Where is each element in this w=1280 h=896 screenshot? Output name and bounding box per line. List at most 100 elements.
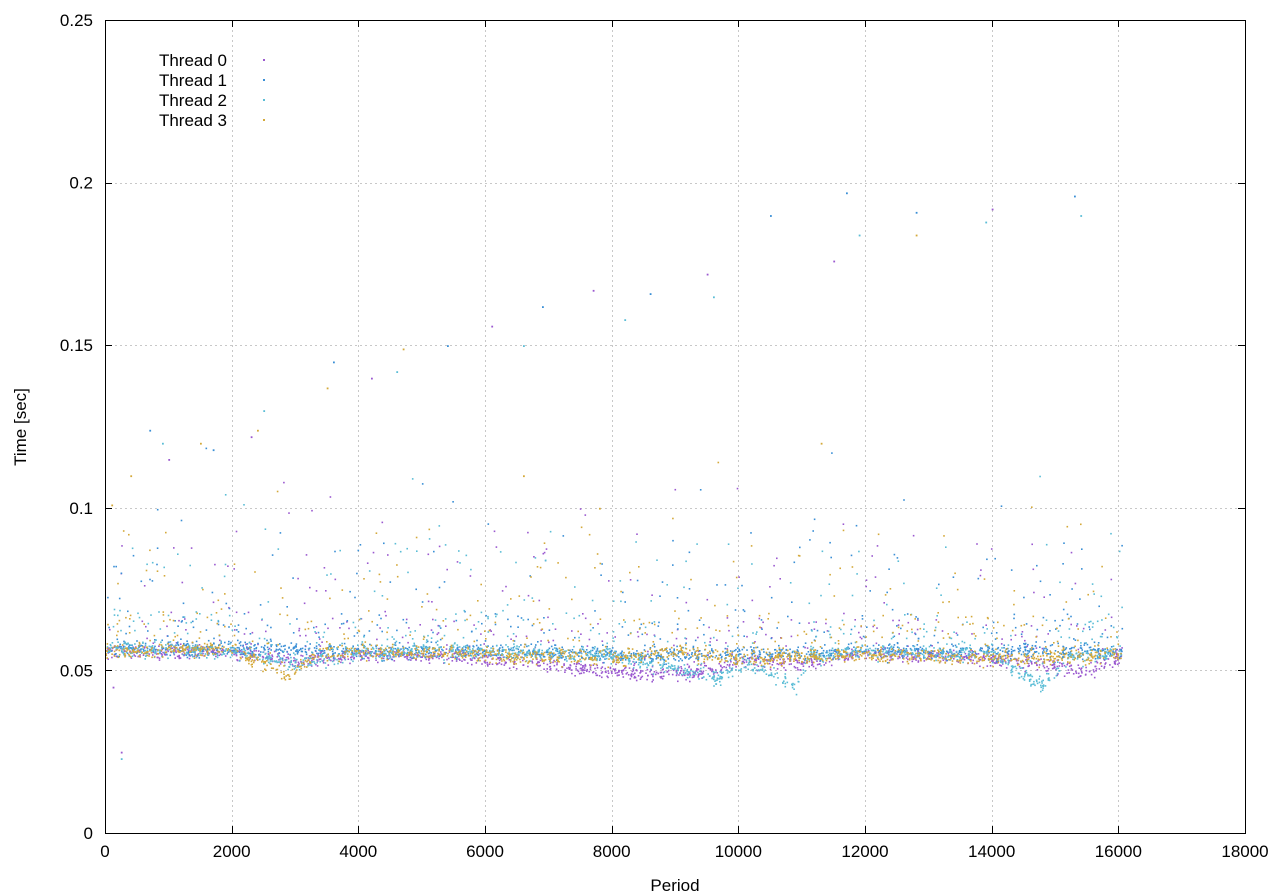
data-point: [1083, 642, 1086, 645]
data-point: [533, 648, 535, 650]
data-point: [910, 648, 912, 651]
data-point: [578, 636, 580, 639]
data-point: [484, 640, 487, 642]
data-point: [350, 647, 353, 650]
data-point: [573, 617, 575, 620]
data-point: [942, 637, 945, 639]
data-point: [187, 651, 190, 653]
data-point: [952, 576, 955, 578]
data-point: [448, 651, 451, 653]
data-point: [199, 613, 201, 615]
data-point: [794, 666, 797, 669]
data-point: [159, 652, 161, 654]
outlier-point: [371, 377, 373, 380]
data-point: [684, 667, 686, 670]
data-point: [427, 634, 429, 637]
data-point: [697, 674, 700, 677]
data-point: [796, 667, 799, 669]
data-point: [957, 655, 959, 658]
data-point: [951, 643, 953, 646]
data-point: [952, 649, 955, 652]
data-point: [859, 636, 862, 639]
data-point: [751, 563, 753, 565]
data-point: [569, 664, 571, 666]
data-point: [799, 669, 801, 671]
data-point: [290, 659, 292, 662]
data-point: [294, 661, 297, 664]
data-point: [940, 649, 942, 652]
data-point: [243, 504, 245, 506]
data-point: [671, 665, 673, 667]
data-point: [720, 670, 722, 673]
data-point: [711, 649, 713, 652]
data-point: [375, 650, 378, 652]
data-point: [410, 648, 413, 650]
data-point: [719, 680, 721, 683]
data-point: [167, 650, 169, 653]
data-point: [601, 563, 603, 565]
data-point: [886, 603, 888, 606]
data-point: [190, 547, 193, 549]
data-point: [768, 662, 771, 665]
data-point: [229, 643, 231, 645]
data-point: [261, 618, 263, 620]
data-point: [825, 662, 827, 664]
data-point: [188, 647, 191, 649]
data-point: [1041, 689, 1044, 691]
data-point: [708, 675, 711, 677]
data-point: [682, 646, 684, 649]
data-point: [281, 650, 284, 652]
data-point: [964, 649, 967, 651]
data-point: [1079, 647, 1082, 649]
outlier-point: [168, 459, 171, 461]
data-point: [700, 653, 703, 655]
data-point: [432, 618, 434, 621]
data-point: [500, 644, 502, 647]
data-point: [655, 671, 658, 674]
data-point: [728, 629, 730, 632]
data-point: [419, 652, 421, 655]
data-point: [561, 646, 563, 649]
data-point: [180, 621, 183, 623]
data-point: [1104, 655, 1107, 657]
data-point: [188, 657, 191, 660]
data-point: [438, 655, 441, 657]
data-point: [934, 626, 937, 629]
data-point: [307, 664, 309, 667]
data-point: [331, 660, 334, 663]
data-point: [1062, 645, 1064, 648]
data-point: [700, 662, 703, 665]
data-point: [183, 616, 186, 618]
data-point: [313, 661, 315, 663]
data-point: [914, 633, 917, 636]
data-point: [187, 644, 190, 646]
data-point: [685, 601, 688, 604]
data-point: [784, 673, 787, 675]
data-point: [601, 640, 604, 642]
data-point: [237, 639, 239, 642]
data-point: [366, 562, 369, 564]
data-point: [757, 658, 760, 660]
outlier-point: [1080, 215, 1083, 217]
data-point: [941, 655, 943, 657]
data-point: [430, 629, 433, 631]
data-point: [315, 642, 318, 644]
data-point: [392, 647, 395, 650]
data-point: [283, 661, 286, 664]
data-point: [257, 642, 259, 645]
data-point: [1112, 626, 1115, 629]
data-point: [368, 630, 371, 632]
data-point: [721, 666, 724, 669]
data-point: [186, 632, 189, 635]
data-point: [282, 645, 285, 647]
data-point: [201, 587, 203, 589]
data-point: [494, 613, 497, 615]
data-point: [673, 649, 675, 652]
data-point: [393, 638, 395, 640]
data-point: [213, 643, 215, 645]
data-point: [1044, 685, 1047, 687]
data-point: [1010, 634, 1012, 637]
data-point: [643, 659, 646, 661]
data-point: [1041, 682, 1043, 684]
data-point: [396, 629, 398, 632]
